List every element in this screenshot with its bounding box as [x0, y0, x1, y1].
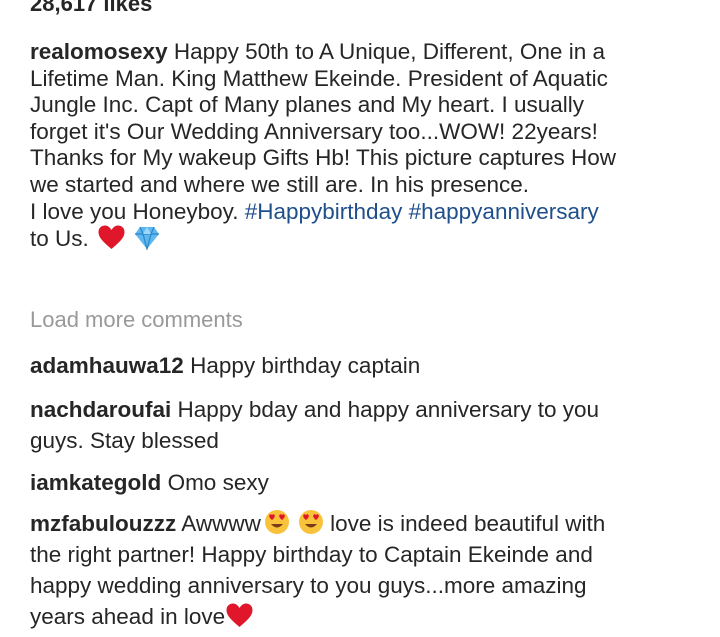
hashtag-link[interactable]: #happyanniversary — [409, 199, 599, 224]
caption-text-line: Thanks for My wakeup Gifts Hb! This pict… — [30, 145, 617, 171]
comment-username[interactable]: iamkategold — [30, 470, 161, 495]
comment-item: nachdaroufai Happy bday and happy annive… — [30, 394, 710, 456]
comment-text: Happy birthday captain — [190, 353, 421, 378]
post-caption: realomosexy Happy 50th to A Unique, Diff… — [30, 39, 710, 252]
caption-username[interactable]: realomosexy — [30, 39, 168, 64]
red-heart-icon — [98, 225, 125, 257]
hashtag-link[interactable]: #Happybirthday — [245, 199, 403, 224]
heart-eyes-emoji-icon — [264, 509, 290, 543]
comment-username[interactable]: adamhauwa12 — [30, 353, 184, 378]
caption-text-line: to Us. — [30, 226, 89, 252]
comment-text: years ahead in love — [30, 604, 226, 629]
comment-text: Awwww — [181, 511, 261, 536]
comment-text: Happy bday and happy anniversary to you — [177, 397, 600, 422]
likes-count[interactable]: 28,617 likes — [30, 0, 152, 17]
comment-text: love is indeed beautiful with — [323, 511, 606, 536]
comment-text: guys. Stay blessed — [30, 428, 219, 453]
comment-item: adamhauwa12 Happy birthday captain — [30, 350, 710, 381]
comment-item: iamkategold Omo sexy — [30, 467, 710, 498]
caption-text-line: I love you Honeyboy. — [30, 198, 239, 224]
comment-username[interactable]: nachdaroufai — [30, 397, 171, 422]
comment-text: happy wedding anniversary to you guys...… — [30, 573, 587, 598]
caption-text-line: forget it's Our Wedding Anniversary too.… — [30, 118, 598, 144]
caption-text-line: Jungle Inc. Capt of Many planes and My h… — [30, 92, 585, 118]
post-comments-panel: 28,617 likes realomosexy Happy 50th to A… — [0, 0, 720, 637]
comment-text: Omo sexy — [167, 470, 269, 495]
red-heart-icon — [226, 603, 253, 636]
diamond-icon — [134, 226, 160, 257]
load-more-comments-link[interactable]: Load more comments — [30, 307, 243, 333]
caption-text-line: we started and where we still are. In hi… — [30, 171, 529, 197]
heart-eyes-emoji-icon — [298, 509, 324, 543]
caption-text-line: Happy 50th to A Unique, Different, One i… — [173, 39, 605, 64]
comment-text: the right partner! Happy birthday to Cap… — [30, 542, 593, 567]
comment-username[interactable]: mzfabulouzzz — [30, 511, 176, 536]
caption-text-line: Lifetime Man. King Matthew Ekeinde. Pres… — [30, 65, 608, 91]
comment-item: mzfabulouzzz Awwww love is indeed beauti… — [30, 508, 710, 632]
